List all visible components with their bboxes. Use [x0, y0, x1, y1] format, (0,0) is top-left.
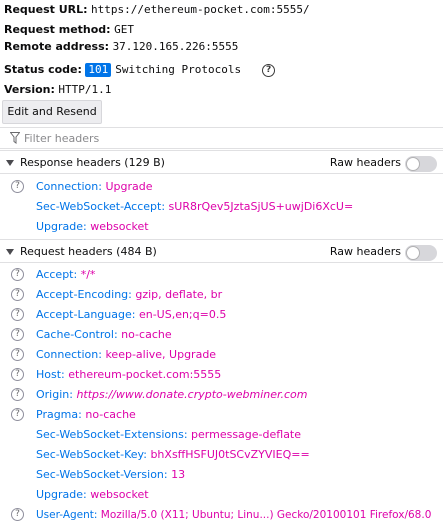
request-method-value: GET — [114, 23, 134, 36]
header-value: https://www.donate.crypto-webminer.com — [76, 388, 308, 401]
request-headers-section-header[interactable]: Request headers (484 B) Raw headers — [0, 239, 443, 263]
remote-address-value: 37.120.165.226:5555 — [112, 40, 239, 53]
triangle-down-icon[interactable] — [6, 249, 14, 255]
funnel-icon — [10, 132, 20, 144]
request-header-row[interactable]: Sec-WebSocket-Version: 13 — [0, 465, 443, 485]
request-method-label: Request method: — [4, 23, 111, 36]
request-header-row[interactable]: ? Pragma: no-cache — [0, 405, 443, 425]
status-badge: 101 — [85, 63, 112, 77]
raw-headers-toggle[interactable] — [405, 156, 437, 172]
header-name: Upgrade: — [36, 220, 87, 233]
header-value: websocket — [90, 488, 149, 501]
header-name: User-Agent: — [36, 509, 98, 521]
header-name: Upgrade: — [36, 488, 87, 501]
header-help-icon[interactable]: ? — [11, 508, 24, 521]
header-name: Origin: — [36, 388, 73, 401]
header-help-icon[interactable]: ? — [11, 408, 24, 421]
header-value: ethereum-pocket.com:5555 — [68, 368, 222, 381]
header-help-icon[interactable]: ? — [11, 388, 24, 401]
header-help-icon[interactable]: ? — [11, 348, 24, 361]
remote-address-row: Remote address: 37.120.165.226:5555 — [4, 37, 238, 57]
header-value: Mozilla/5.0 (X11; Ubuntu; Linu...) Gecko… — [100, 509, 432, 521]
header-value: */* — [80, 268, 96, 281]
request-header-row[interactable]: Upgrade: websocket — [0, 485, 443, 505]
request-url-row: Request URL: https://ethereum-pocket.com… — [4, 0, 310, 20]
header-name: Accept: — [36, 268, 78, 281]
request-header-row[interactable]: Sec-WebSocket-Extensions: permessage-def… — [0, 425, 443, 445]
header-value: sUR8rQev5JztaSjUS+uwjDi6XcU= — [168, 200, 354, 213]
version-row: Version: HTTP/1.1 — [4, 80, 111, 100]
edit-and-resend-button[interactable]: Edit and Resend — [2, 100, 102, 124]
response-headers-title: Response headers (129 B) — [20, 156, 165, 169]
header-help-icon[interactable]: ? — [11, 368, 24, 381]
request-header-row[interactable]: ? Connection: keep-alive, Upgrade — [0, 345, 443, 365]
header-name: Sec-WebSocket-Accept: — [36, 200, 166, 213]
header-name: Host: — [36, 368, 65, 381]
header-name: Pragma: — [36, 408, 82, 421]
header-name: Cache-Control: — [36, 328, 118, 341]
toggle-knob — [406, 157, 420, 171]
request-header-row[interactable]: ? Origin: https://www.donate.crypto-webm… — [0, 385, 443, 405]
triangle-down-icon[interactable] — [6, 160, 14, 166]
filter-bar — [0, 127, 443, 149]
raw-headers-label: Raw headers — [329, 156, 401, 169]
response-header-row[interactable]: ? Connection: Upgrade — [0, 177, 443, 197]
request-header-row[interactable]: ? User-Agent: Mozilla/5.0 (X11; Ubuntu; … — [0, 505, 443, 525]
header-name: Connection: — [36, 348, 102, 361]
header-value: keep-alive, Upgrade — [105, 348, 217, 361]
request-url-value: https://ethereum-pocket.com:5555/ — [91, 3, 310, 16]
header-help-icon[interactable]: ? — [11, 288, 24, 301]
header-name: Sec-WebSocket-Extensions: — [36, 428, 188, 441]
status-text: Switching Protocols — [115, 63, 242, 76]
request-header-row[interactable]: Sec-WebSocket-Key: bhXsffHSFUJ0tSCvZYVIE… — [0, 445, 443, 465]
header-value: bhXsffHSFUJ0tSCvZYVIEQ== — [150, 448, 310, 461]
raw-headers-label: Raw headers — [329, 245, 401, 258]
header-help-icon[interactable]: ? — [11, 180, 24, 193]
filter-headers-input[interactable] — [24, 130, 324, 146]
header-value: en-US,en;q=0.5 — [138, 308, 227, 321]
request-header-row[interactable]: ? Host: ethereum-pocket.com:5555 — [0, 365, 443, 385]
header-help-icon[interactable]: ? — [11, 308, 24, 321]
header-value: Upgrade — [105, 180, 153, 193]
request-headers-title: Request headers (484 B) — [20, 245, 157, 258]
version-label: Version: — [4, 83, 55, 96]
header-value: no-cache — [121, 328, 172, 341]
request-url-label: Request URL: — [4, 3, 88, 16]
raw-headers-toggle[interactable] — [405, 245, 437, 261]
header-value: 13 — [171, 468, 186, 481]
version-value: HTTP/1.1 — [58, 83, 112, 96]
remote-address-label: Remote address: — [4, 40, 110, 53]
header-name: Accept-Encoding: — [36, 288, 132, 301]
header-help-icon[interactable]: ? — [11, 268, 24, 281]
header-value: no-cache — [85, 408, 136, 421]
help-icon[interactable]: ? — [262, 63, 276, 77]
toggle-knob — [406, 246, 420, 260]
request-header-row[interactable]: ? Cache-Control: no-cache — [0, 325, 443, 345]
status-code-label: Status code: — [4, 63, 82, 76]
header-name: Sec-WebSocket-Key: — [36, 448, 147, 461]
response-header-row[interactable]: Upgrade: websocket — [0, 217, 443, 237]
response-headers-section-header[interactable]: Response headers (129 B) Raw headers — [0, 150, 443, 174]
request-header-row[interactable]: ? Accept-Encoding: gzip, deflate, br — [0, 285, 443, 305]
response-header-row[interactable]: Sec-WebSocket-Accept: sUR8rQev5JztaSjUS+… — [0, 197, 443, 217]
header-value: permessage-deflate — [191, 428, 302, 441]
header-value: websocket — [90, 220, 149, 233]
header-value: gzip, deflate, br — [135, 288, 223, 301]
header-name: Accept-Language: — [36, 308, 136, 321]
header-help-icon[interactable]: ? — [11, 328, 24, 341]
header-name: Sec-WebSocket-Version: — [36, 468, 168, 481]
status-code-row: Status code: 101 Switching Protocols ? — [4, 60, 276, 80]
request-header-row[interactable]: ? Accept: */* — [0, 265, 443, 285]
request-header-row[interactable]: ? Accept-Language: en-US,en;q=0.5 — [0, 305, 443, 325]
header-name: Connection: — [36, 180, 102, 193]
